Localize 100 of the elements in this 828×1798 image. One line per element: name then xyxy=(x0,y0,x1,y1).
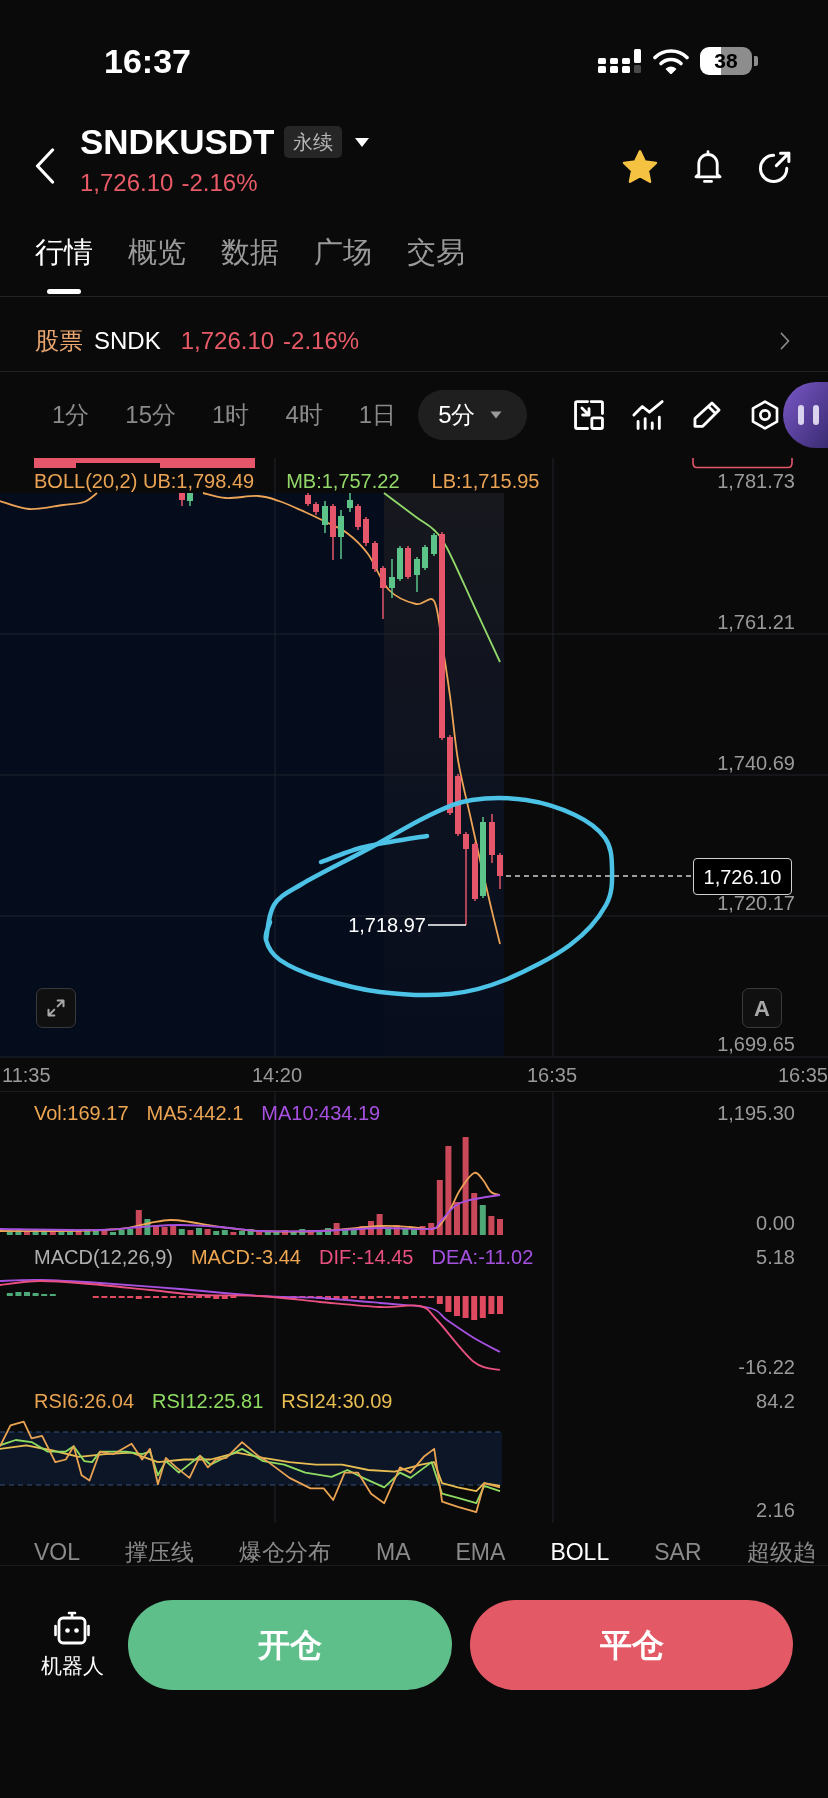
favorite-star-icon[interactable] xyxy=(621,148,659,185)
nav-tab[interactable]: 交易 xyxy=(407,235,465,294)
indicator-tab[interactable]: 爆仓分布 xyxy=(239,1539,332,1565)
floating-bubble-icon[interactable] xyxy=(783,382,828,448)
volume-bar xyxy=(411,1229,417,1235)
timeframe-option[interactable]: 1日 xyxy=(358,403,397,427)
indicator-legend-text: DEA:-11.02 xyxy=(431,1246,534,1268)
volume-bar xyxy=(75,1231,82,1235)
indicator-tab[interactable]: VOL xyxy=(34,1539,81,1565)
timeframe-option[interactable]: 1分 xyxy=(52,403,90,427)
candlestick xyxy=(347,492,353,513)
volume-bar xyxy=(376,1214,383,1235)
volume-bar xyxy=(325,1228,331,1235)
macd-axis-label: -16.22 xyxy=(738,1356,795,1378)
indicator-legend-text: MB:1,757.22 xyxy=(286,470,400,492)
timeframe-dropdown[interactable]: 5分 xyxy=(418,390,527,440)
nav-tab[interactable]: 概览 xyxy=(128,235,186,294)
volume-bar xyxy=(196,1228,202,1235)
nav-tab[interactable]: 广场 xyxy=(314,235,372,294)
robot-button[interactable]: 机器人 xyxy=(36,1600,108,1678)
volume-bar xyxy=(230,1232,237,1235)
timeframe-option[interactable]: 15分 xyxy=(125,403,177,427)
volume-axis-label: 0.00 xyxy=(756,1212,795,1234)
robot-icon xyxy=(54,1611,90,1645)
indicator-legend-text: RSI24:30.09 xyxy=(281,1390,393,1412)
candlestick xyxy=(330,503,336,561)
indicator-legend-text: Vol:169.17 xyxy=(34,1102,129,1124)
current-price-tag: 1,726.10 xyxy=(693,858,792,895)
expand-button[interactable] xyxy=(36,988,76,1028)
macd-axis-label: 5.18 xyxy=(756,1246,795,1268)
macd-histogram-bar xyxy=(402,1296,409,1299)
symbol-title: SNDKUSDT xyxy=(80,122,275,162)
chevron-right-icon[interactable] xyxy=(780,332,790,350)
indicator-tab[interactable]: BOLL xyxy=(550,1539,610,1565)
close-position-button[interactable]: 平仓 xyxy=(470,1600,793,1690)
volume-bar xyxy=(368,1221,374,1235)
rsi-axis-label: 2.16 xyxy=(756,1499,795,1521)
volume-bar xyxy=(15,1230,22,1235)
timeframe-option[interactable]: 1时 xyxy=(212,403,250,427)
indicator-tab[interactable]: EMA xyxy=(455,1539,506,1565)
macd-histogram-bar xyxy=(32,1293,39,1296)
indicator-legend-text: LB:1,715.95 xyxy=(431,470,540,492)
volume-bar xyxy=(290,1231,297,1235)
candlestick xyxy=(397,545,403,582)
candlestick xyxy=(372,540,378,573)
stock-price: 1,726.10 xyxy=(180,327,275,355)
volume-bar xyxy=(239,1231,245,1235)
volume-bar xyxy=(32,1230,39,1235)
rsi-axis-label: 84.2 xyxy=(756,1390,795,1412)
indicator-legend-text: MACD:-3.44 xyxy=(190,1246,301,1268)
candlestick xyxy=(305,492,311,507)
indicator-legend-text: DIF:-14.45 xyxy=(318,1246,414,1268)
auto-scale-button[interactable]: A xyxy=(742,988,782,1028)
resize-frame-icon[interactable] xyxy=(572,398,606,432)
volume-bar xyxy=(144,1219,151,1235)
timeframe-option[interactable]: 4时 xyxy=(285,403,323,427)
volume-bar xyxy=(153,1225,159,1235)
signal-icon xyxy=(598,48,642,73)
volume-bar xyxy=(419,1226,426,1235)
expand-icon xyxy=(46,998,66,1018)
candlestick xyxy=(489,813,495,864)
settings-icon[interactable] xyxy=(749,399,781,431)
volume-bar xyxy=(333,1223,340,1235)
price-axis-label: 1,720.17 xyxy=(717,892,795,915)
stock-label: 股票 xyxy=(35,327,83,355)
time-axis-label: 14:20 xyxy=(252,1064,303,1086)
macd-histogram-bar xyxy=(6,1293,13,1296)
candlestick xyxy=(405,545,411,580)
indicator-tab[interactable]: 撑压线 xyxy=(125,1539,195,1565)
volume-bar xyxy=(204,1229,211,1235)
candlestick xyxy=(414,556,420,593)
candlestick xyxy=(497,852,503,890)
time-axis-label: 16:35 xyxy=(777,1064,828,1086)
macd-histogram-bar xyxy=(359,1296,366,1299)
candlestick xyxy=(179,492,185,507)
indicator-tab[interactable]: SAR xyxy=(654,1539,702,1565)
volume-axis-label: 1,195.30 xyxy=(717,1102,795,1124)
back-icon[interactable] xyxy=(35,148,55,184)
chart-indicator-icon[interactable] xyxy=(631,398,665,432)
candlestick xyxy=(363,516,369,547)
volume-bar xyxy=(402,1228,409,1235)
volume-bar xyxy=(273,1232,280,1235)
header-price: 1,726.10 xyxy=(80,170,174,196)
candlestick xyxy=(338,509,344,560)
nav-tab[interactable]: 行情 xyxy=(35,235,93,294)
price-axis-label: 1,781.73 xyxy=(717,470,795,492)
price-axis-label: 1,740.69 xyxy=(717,751,795,774)
indicator-legend-text: RSI6:26.04 xyxy=(34,1390,135,1412)
nav-tab[interactable]: 数据 xyxy=(221,235,279,294)
volume-bar xyxy=(24,1231,30,1235)
volume-bar xyxy=(497,1219,503,1235)
candlestick xyxy=(187,492,193,507)
indicator-tab[interactable]: 超级趋 xyxy=(746,1539,816,1565)
indicator-tab[interactable]: MA xyxy=(376,1539,411,1565)
low-price-leader xyxy=(427,924,467,926)
status-time: 16:37 xyxy=(104,43,191,78)
candlestick xyxy=(389,558,395,599)
indicator-legend-text: MA10:434.19 xyxy=(261,1102,381,1124)
caret-down-icon[interactable] xyxy=(354,136,371,148)
time-axis-label: 11:35 xyxy=(2,1064,51,1086)
